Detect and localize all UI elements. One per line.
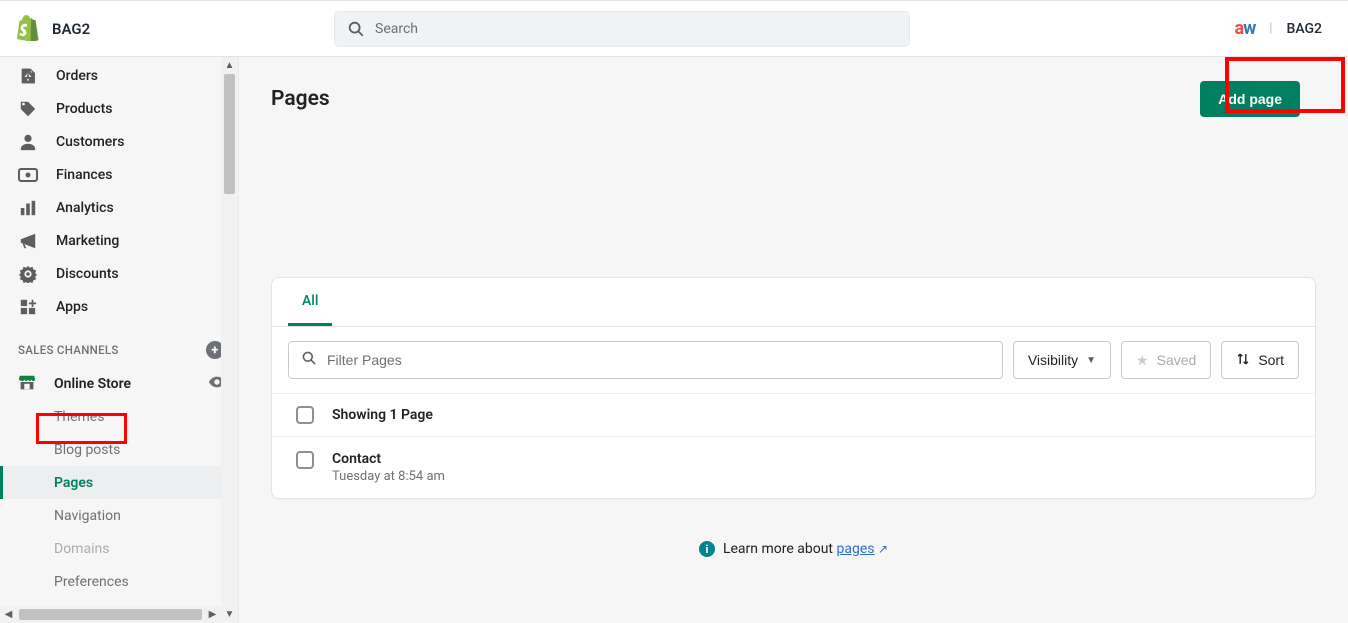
sidebar-hscrollbar[interactable]: ◀ ▶ bbox=[0, 606, 221, 623]
user-menu[interactable]: aw | BAG2 bbox=[1234, 1, 1322, 56]
sidebar-item-marketing[interactable]: Marketing bbox=[0, 224, 238, 257]
sort-button[interactable]: Sort bbox=[1221, 341, 1299, 379]
tab-all[interactable]: All bbox=[288, 278, 332, 326]
filter-pages-field bbox=[327, 352, 990, 368]
shopify-logo-icon bbox=[16, 15, 42, 43]
tabs: All bbox=[272, 278, 1315, 327]
finances-icon bbox=[18, 168, 38, 182]
sidebar-item-orders[interactable]: Orders bbox=[0, 59, 238, 92]
subnav-pages[interactable]: Pages bbox=[0, 466, 238, 499]
analytics-icon bbox=[18, 199, 38, 217]
subnav-domains[interactable]: Domains bbox=[0, 532, 238, 565]
search-input[interactable]: Search bbox=[334, 11, 910, 47]
sidebar-item-customers[interactable]: Customers bbox=[0, 125, 238, 158]
list-header-row: Showing 1 Page bbox=[272, 393, 1315, 436]
marketing-icon bbox=[18, 232, 38, 250]
sales-channels-heading: Sales channels + bbox=[0, 323, 238, 367]
store-name: BAG2 bbox=[52, 20, 90, 38]
store-icon bbox=[18, 373, 36, 395]
showing-count: Showing 1 Page bbox=[332, 407, 433, 423]
sidebar-item-online-store[interactable]: Online Store bbox=[0, 367, 238, 400]
sidebar-item-discounts[interactable]: Discounts bbox=[0, 257, 238, 290]
visibility-filter-button[interactable]: Visibility ▼ bbox=[1013, 341, 1111, 379]
discounts-icon bbox=[18, 265, 38, 283]
sidebar-item-analytics[interactable]: Analytics bbox=[0, 191, 238, 224]
subnav-blog-posts[interactable]: Blog posts bbox=[0, 433, 238, 466]
filter-pages-input[interactable] bbox=[288, 341, 1003, 379]
search-icon bbox=[347, 20, 365, 38]
search-icon bbox=[301, 350, 317, 370]
pages-card: All Visibility ▼ ★ Saved bbox=[271, 277, 1316, 499]
hscroll-thumb[interactable] bbox=[19, 609, 202, 620]
add-page-button[interactable]: Add page bbox=[1200, 81, 1300, 117]
hscroll-right-icon[interactable]: ▶ bbox=[204, 606, 221, 623]
search-placeholder: Search bbox=[375, 21, 418, 37]
learn-more-link[interactable]: pages bbox=[836, 541, 874, 557]
table-row[interactable]: Contact Tuesday at 8:54 am bbox=[272, 436, 1315, 498]
sidebar-scrollbar[interactable]: ▲ ▼ bbox=[221, 57, 238, 623]
info-icon: i bbox=[699, 541, 715, 557]
sidebar-item-apps[interactable]: Apps bbox=[0, 290, 238, 323]
sidebar-item-products[interactable]: Products bbox=[0, 92, 238, 125]
row-title: Contact bbox=[332, 451, 445, 467]
chevron-down-icon: ▼ bbox=[1086, 355, 1096, 366]
sort-icon bbox=[1236, 352, 1250, 369]
subnav-themes[interactable]: Themes bbox=[0, 400, 238, 433]
divider: | bbox=[1269, 21, 1272, 36]
scroll-down-icon[interactable]: ▼ bbox=[221, 606, 238, 623]
partner-logo-icon: aw bbox=[1234, 18, 1255, 39]
products-icon bbox=[18, 100, 38, 118]
sidebar-item-finances[interactable]: Finances bbox=[0, 158, 238, 191]
store-brand[interactable]: BAG2 bbox=[16, 15, 90, 43]
scroll-up-icon[interactable]: ▲ bbox=[221, 57, 238, 74]
customers-icon bbox=[18, 133, 38, 151]
user-store-label: BAG2 bbox=[1286, 21, 1322, 37]
main-content: Pages Add page All Visibility ▼ bbox=[239, 57, 1348, 623]
orders-icon bbox=[18, 67, 38, 85]
saved-filter-button[interactable]: ★ Saved bbox=[1121, 341, 1211, 379]
external-link-icon: ↗ bbox=[878, 542, 888, 556]
subnav-preferences[interactable]: Preferences bbox=[0, 565, 238, 598]
sidebar: Orders Products Customers bbox=[0, 57, 239, 623]
primary-nav: Orders Products Customers bbox=[0, 57, 238, 323]
list-toolbar: Visibility ▼ ★ Saved Sort bbox=[272, 327, 1315, 393]
page-title: Pages bbox=[271, 87, 330, 111]
row-subtitle: Tuesday at 8:54 am bbox=[332, 469, 445, 484]
apps-icon bbox=[18, 298, 38, 316]
learn-more: i Learn more about pages ↗ bbox=[239, 541, 1348, 557]
topbar: BAG2 Search aw | BAG2 bbox=[0, 0, 1348, 57]
star-icon: ★ bbox=[1136, 352, 1149, 369]
hscroll-left-icon[interactable]: ◀ bbox=[0, 606, 17, 623]
row-checkbox[interactable] bbox=[296, 451, 314, 469]
subnav-navigation[interactable]: Navigation bbox=[0, 499, 238, 532]
select-all-checkbox[interactable] bbox=[296, 406, 314, 424]
scroll-thumb[interactable] bbox=[221, 74, 238, 606]
